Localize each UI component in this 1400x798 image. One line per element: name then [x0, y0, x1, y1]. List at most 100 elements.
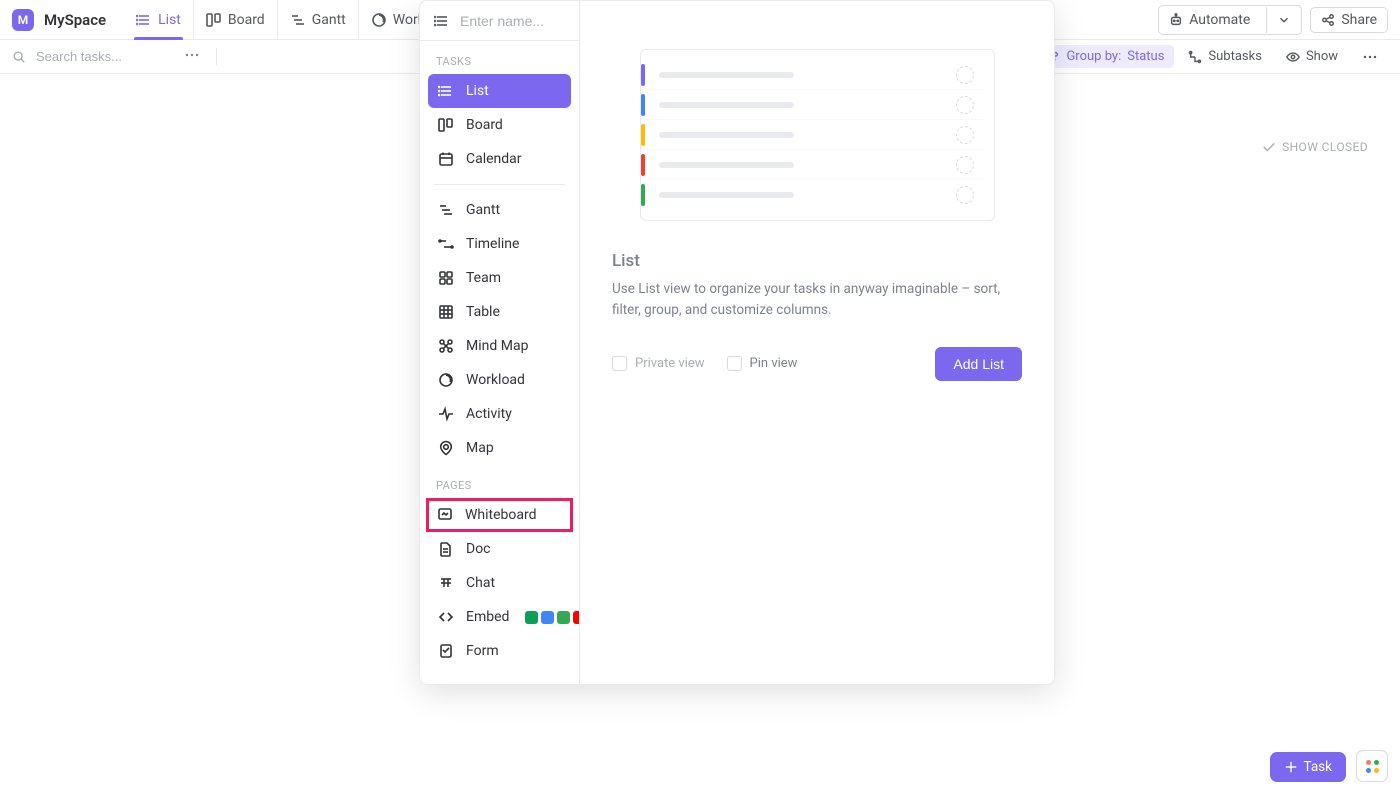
subtasks-button[interactable]: Subtasks	[1178, 45, 1272, 68]
menu-label: Activity	[466, 406, 512, 422]
menu-timeline[interactable]: Timeline	[428, 227, 571, 261]
menu-map[interactable]: Map	[428, 431, 571, 465]
checkbox-box	[727, 356, 742, 371]
pin-view-checkbox[interactable]: Pin view	[727, 356, 798, 371]
menu-label: Workload	[466, 372, 525, 388]
group-by-button[interactable]: Group by: Status	[1036, 45, 1174, 68]
apps-fab[interactable]	[1356, 750, 1388, 782]
detail-description: Use List view to organize your tasks in …	[612, 279, 1022, 321]
activity-icon	[438, 406, 454, 422]
robot-icon	[1169, 13, 1183, 27]
menu-form[interactable]: Form	[428, 634, 571, 668]
eye-icon	[1286, 50, 1300, 64]
menu-label: Mind Map	[466, 338, 528, 354]
show-button[interactable]: Show	[1276, 45, 1348, 68]
chat-icon	[438, 575, 454, 591]
share-icon	[1321, 13, 1335, 27]
apps-grid-icon	[1366, 760, 1379, 773]
divider	[434, 184, 565, 185]
search-icon	[12, 50, 26, 64]
view-name-row	[420, 1, 579, 41]
menu-doc[interactable]: Doc	[428, 532, 571, 566]
menu-chat[interactable]: Chat	[428, 566, 571, 600]
menu-board[interactable]: Board	[428, 108, 571, 142]
view-detail-panel: List Use List view to organize your task…	[580, 1, 1054, 684]
tab-label: List	[158, 12, 181, 28]
tab-board[interactable]: Board	[194, 0, 278, 39]
separator	[216, 48, 217, 66]
checkbox-box	[612, 356, 627, 371]
share-button[interactable]: Share	[1310, 7, 1388, 33]
tab-label: Board	[228, 12, 265, 28]
menu-calendar[interactable]: Calendar	[428, 142, 571, 176]
calendar-icon	[438, 151, 454, 167]
view-name-input[interactable]	[458, 12, 565, 30]
subtasks-icon	[1188, 50, 1202, 64]
workload-icon	[438, 372, 454, 388]
group-prefix: Group by:	[1066, 49, 1121, 64]
tab-list[interactable]: List	[124, 0, 194, 39]
menu-label: Team	[466, 270, 501, 286]
form-icon	[438, 643, 454, 659]
check-icon	[1262, 140, 1276, 154]
gantt-icon	[290, 12, 306, 28]
show-closed-label: SHOW CLOSED	[1282, 140, 1368, 154]
view-type-sidebar: TASKS List Board Calendar Gantt Timeline…	[420, 1, 580, 684]
menu-workload[interactable]: Workload	[428, 363, 571, 397]
dots-icon	[1362, 49, 1378, 65]
doc-icon	[438, 541, 454, 557]
space-title: MySpace	[44, 11, 106, 29]
list-icon	[434, 13, 450, 29]
menu-mindmap[interactable]: Mind Map	[428, 329, 571, 363]
board-icon	[438, 117, 454, 133]
menu-list[interactable]: List	[428, 74, 571, 108]
menu-label: Form	[466, 643, 499, 659]
fab-label: Task	[1304, 759, 1332, 775]
filterbar-more[interactable]	[1352, 45, 1388, 69]
section-pages: PAGES	[420, 465, 579, 498]
checkbox-label: Pin view	[750, 356, 798, 371]
menu-gantt[interactable]: Gantt	[428, 193, 571, 227]
menu-label: Timeline	[466, 236, 519, 252]
search-input[interactable]	[34, 48, 164, 65]
menu-label: Doc	[466, 541, 491, 557]
search-wrap[interactable]	[12, 48, 164, 65]
embed-service-icons	[525, 611, 580, 624]
automate-chevron[interactable]	[1266, 7, 1301, 33]
menu-label: List	[466, 83, 489, 99]
menu-activity[interactable]: Activity	[428, 397, 571, 431]
checkbox-label: Private view	[635, 356, 705, 371]
whiteboard-icon	[437, 507, 453, 523]
add-list-button[interactable]: Add List	[935, 347, 1022, 381]
menu-team[interactable]: Team	[428, 261, 571, 295]
menu-label: Whiteboard	[465, 507, 537, 523]
show-closed-toggle[interactable]: SHOW CLOSED	[1262, 140, 1368, 154]
menu-label: Embed	[466, 609, 509, 625]
menu-table[interactable]: Table	[428, 295, 571, 329]
menu-label: Map	[466, 440, 494, 456]
map-icon	[438, 440, 454, 456]
chevron-down-icon	[1277, 13, 1291, 27]
menu-label: Board	[466, 117, 503, 133]
mindmap-icon	[438, 338, 454, 354]
menu-whiteboard[interactable]: Whiteboard	[426, 498, 573, 532]
embed-icon	[438, 609, 454, 625]
detail-title: List	[612, 251, 1022, 271]
menu-label: Table	[466, 304, 500, 320]
space-avatar[interactable]: M	[12, 9, 34, 31]
automate-button[interactable]: Automate	[1158, 5, 1302, 35]
new-task-fab[interactable]: Task	[1270, 752, 1346, 782]
search-more[interactable]	[184, 47, 200, 67]
list-icon	[136, 12, 152, 28]
subtasks-label: Subtasks	[1208, 49, 1262, 64]
tab-gantt[interactable]: Gantt	[278, 0, 359, 39]
view-tabs: List Board Gantt Workload	[124, 0, 464, 39]
private-view-checkbox[interactable]: Private view	[612, 356, 705, 371]
timeline-icon	[438, 236, 454, 252]
group-value: Status	[1127, 49, 1164, 64]
list-preview	[640, 49, 995, 221]
list-icon	[438, 83, 454, 99]
team-icon	[438, 270, 454, 286]
section-tasks: TASKS	[420, 41, 579, 74]
menu-embed[interactable]: Embed	[428, 600, 571, 634]
